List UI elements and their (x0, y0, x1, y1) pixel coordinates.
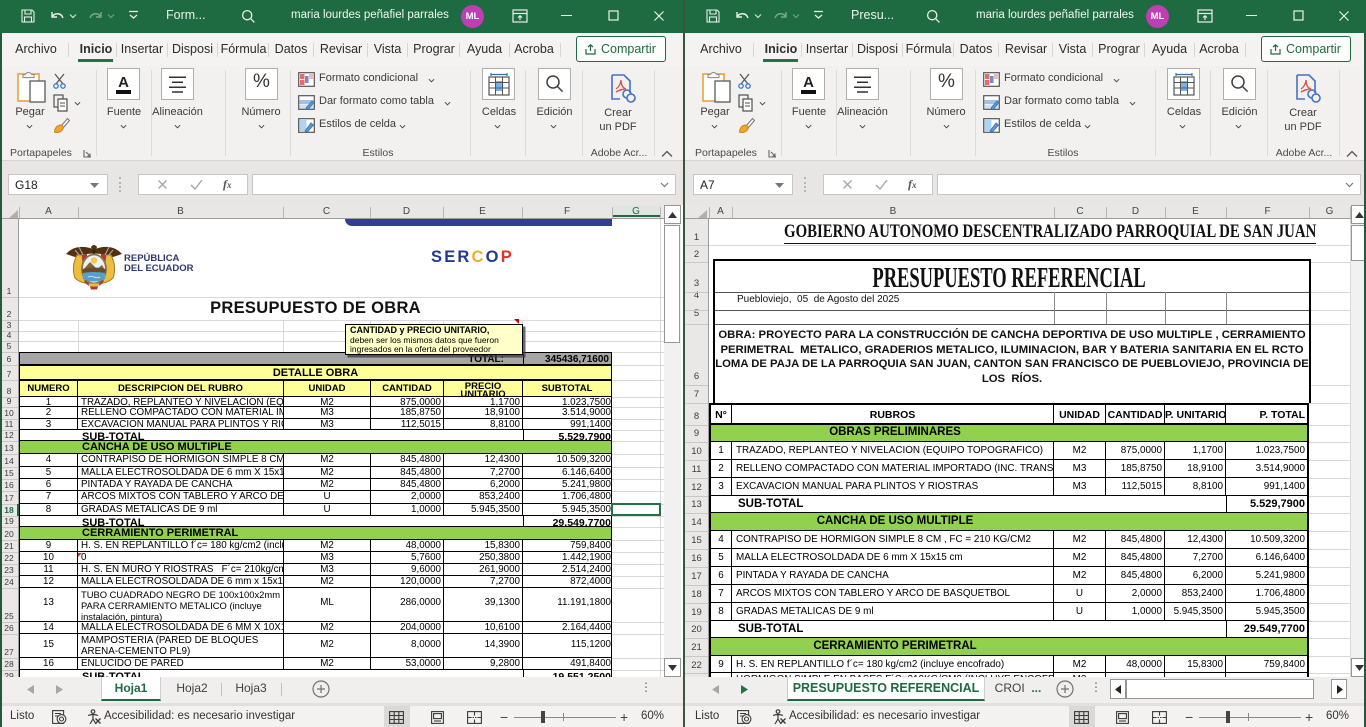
svg-text:A: A (803, 74, 814, 91)
svg-text:A: A (118, 74, 129, 91)
